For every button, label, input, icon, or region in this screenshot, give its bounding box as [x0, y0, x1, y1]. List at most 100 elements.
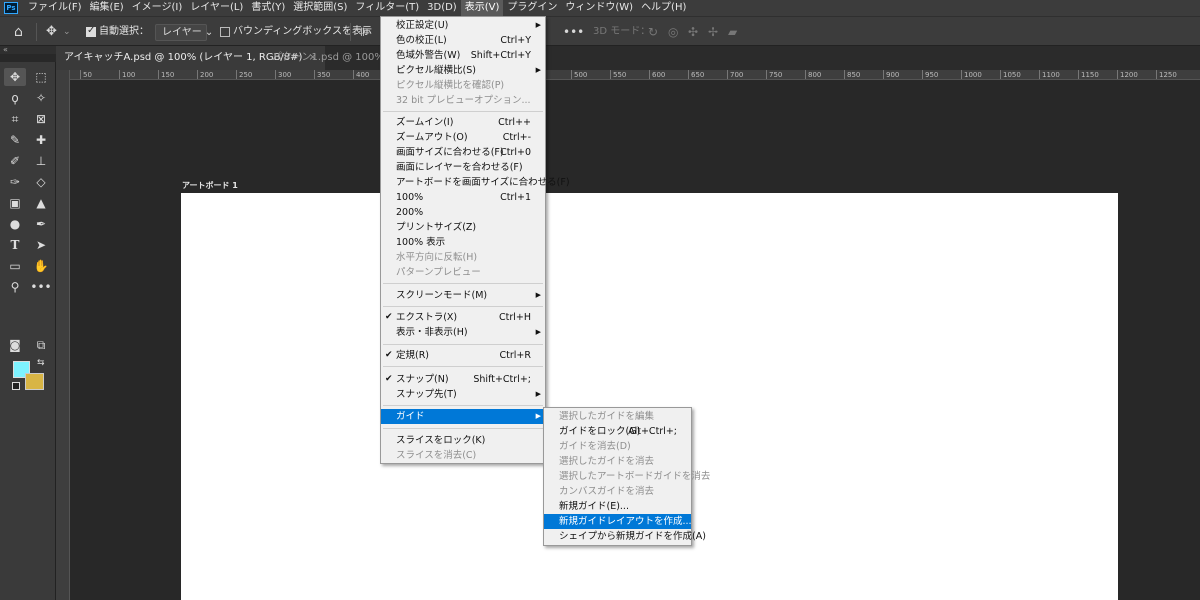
- ruler-tick: 850: [844, 70, 860, 79]
- frame-tool-icon[interactable]: ⊠: [30, 110, 52, 128]
- menu-item-actual-size[interactable]: 100% 表示: [381, 235, 545, 250]
- pen-icon[interactable]: ✒: [30, 215, 52, 233]
- 3d-slide-icon[interactable]: ✢: [708, 17, 718, 47]
- crop-tool-icon[interactable]: ⌗: [4, 110, 26, 128]
- menu-item-guides[interactable]: ガイド ▶: [381, 409, 545, 424]
- 3d-orbit-icon[interactable]: ↻: [648, 17, 658, 47]
- menu-item-rulers[interactable]: ✔ 定規(R) Ctrl+R: [381, 348, 545, 363]
- move-tool-preset-icon[interactable]: ✥: [46, 17, 57, 47]
- submenu-item-guides-from-shape[interactable]: シェイプから新規ガイドを作成(A): [544, 529, 706, 544]
- checkmark-icon: ✔: [385, 312, 393, 322]
- menu-separator: [383, 283, 543, 284]
- lasso-tool-icon[interactable]: ϙ: [4, 89, 26, 107]
- submenu-item-new-guide[interactable]: 新規ガイド(E)...: [544, 499, 691, 514]
- menu-layer[interactable]: レイヤー(L): [186, 0, 247, 16]
- 3d-pan-icon[interactable]: ✣: [688, 17, 698, 47]
- menu-window[interactable]: ウィンドウ(W): [561, 0, 637, 16]
- menu-item-lock-slices[interactable]: スライスをロック(K): [381, 433, 545, 448]
- move-tool-icon[interactable]: ✥: [4, 68, 26, 86]
- quick-mask-icon[interactable]: ◙: [4, 336, 26, 354]
- bounding-box-label: バウンディングボックスを表示: [233, 26, 372, 37]
- auto-select-dropdown[interactable]: レイヤー ⌄: [155, 24, 213, 41]
- menu-3d[interactable]: 3D(D): [423, 0, 461, 16]
- 3d-camera-icon[interactable]: ▰: [728, 17, 737, 47]
- screen-mode-icon[interactable]: ⧉: [30, 336, 52, 354]
- menu-item-print-size[interactable]: プリントサイズ(Z): [381, 220, 545, 235]
- gradient-icon[interactable]: ▣: [4, 194, 26, 212]
- auto-select-checkbox[interactable]: [86, 25, 96, 37]
- menu-item-zoom-out[interactable]: ズームアウト(O) Ctrl+-: [381, 130, 545, 145]
- submenu-item-new-guide-layout[interactable]: 新規ガイドレイアウトを作成...: [544, 514, 692, 529]
- marquee-tool-icon[interactable]: ⬚: [30, 68, 52, 86]
- submenu-arrow-icon: ▶: [535, 66, 541, 74]
- submenu-arrow-icon: ▶: [535, 291, 541, 299]
- home-icon[interactable]: ⌂: [14, 17, 23, 47]
- ruler-tick: 250: [236, 70, 252, 79]
- menu-item-proof-setup[interactable]: 校正設定(U) ▶: [381, 18, 545, 33]
- menu-separator: [383, 366, 543, 367]
- menu-file[interactable]: ファイル(F): [24, 0, 86, 16]
- menu-filter[interactable]: フィルター(T): [351, 0, 423, 16]
- menu-bar: Ps ファイル(F) 編集(E) イメージ(I) レイヤー(L) 書式(Y) 選…: [0, 0, 1200, 16]
- more-tools-icon[interactable]: •••: [30, 278, 52, 296]
- history-brush-icon[interactable]: ✑: [4, 173, 26, 191]
- submenu-arrow-icon: ▶: [535, 21, 541, 29]
- menu-edit[interactable]: 編集(E): [86, 0, 128, 16]
- stamp-icon[interactable]: ⊥: [30, 152, 52, 170]
- divider: [350, 23, 351, 41]
- more-options-icon[interactable]: •••: [563, 17, 584, 47]
- menu-select[interactable]: 選択範囲(S): [289, 0, 351, 16]
- ruler-tick: 1100: [1039, 70, 1060, 79]
- swap-colors-icon[interactable]: ⇆: [37, 358, 45, 368]
- menu-item-extras[interactable]: ✔ エクストラ(X) Ctrl+H: [381, 310, 545, 325]
- menu-item-proof-colors[interactable]: 色の校正(L) Ctrl+Y: [381, 33, 545, 48]
- menu-view[interactable]: 表示(V): [460, 0, 504, 16]
- ruler-tick: 700: [727, 70, 743, 79]
- menu-item-pixel-aspect-ratio[interactable]: ピクセル縦横比(S) ▶: [381, 63, 545, 78]
- 3d-roll-icon[interactable]: ◎: [668, 17, 678, 47]
- hand-icon[interactable]: ✋: [30, 257, 52, 275]
- brush-icon[interactable]: ✐: [4, 152, 26, 170]
- submenu-item-lock-guides[interactable]: ガイドをロック(G) Alt+Ctrl+;: [544, 424, 691, 439]
- menu-plugins[interactable]: プラグイン: [503, 0, 561, 16]
- magic-wand-icon[interactable]: ✧: [30, 89, 52, 107]
- menu-image[interactable]: イメージ(I): [128, 0, 187, 16]
- vertical-ruler[interactable]: [56, 70, 70, 600]
- submenu-arrow-icon: ▶: [535, 390, 541, 398]
- zoom-icon[interactable]: ⚲: [4, 278, 26, 296]
- dodge-icon[interactable]: ●: [4, 215, 26, 233]
- artboard-label[interactable]: アートボード 1: [182, 180, 238, 191]
- eraser-icon[interactable]: ◇: [30, 173, 52, 191]
- bounding-box-checkbox[interactable]: [220, 27, 230, 37]
- background-color-swatch[interactable]: [25, 373, 44, 390]
- menu-item-200-percent[interactable]: 200%: [381, 205, 545, 220]
- menu-item-fit-layer[interactable]: 画面にレイヤーを合わせる(F): [381, 160, 545, 175]
- menu-item-gamut-warning[interactable]: 色域外警告(W) Shift+Ctrl+Y: [381, 48, 545, 63]
- ruler-tick: 600: [649, 70, 665, 79]
- menu-separator: [383, 344, 543, 345]
- menu-item-snap[interactable]: ✔ スナップ(N) Shift+Ctrl+;: [381, 372, 545, 387]
- menu-item-screen-mode[interactable]: スクリーンモード(M) ▶: [381, 288, 545, 303]
- menu-type[interactable]: 書式(Y): [247, 0, 289, 16]
- ruler-tick: 1050: [1000, 70, 1021, 79]
- ruler-tick: 500: [571, 70, 587, 79]
- rectangle-tool-icon[interactable]: ▭: [4, 257, 26, 275]
- horizontal-ruler[interactable]: 50 100 150 200 250 300 350 400 450 500 5…: [70, 70, 1200, 80]
- path-select-icon[interactable]: ➤: [30, 236, 52, 254]
- healing-brush-icon[interactable]: ✚: [30, 131, 52, 149]
- type-tool-icon[interactable]: T: [4, 236, 26, 254]
- menu-item-fit-artboard[interactable]: アートボードを画面サイズに合わせる(F): [381, 175, 570, 190]
- menu-help[interactable]: ヘルプ(H): [637, 0, 690, 16]
- eyedropper-icon[interactable]: ✎: [4, 131, 26, 149]
- menu-item-snap-to[interactable]: スナップ先(T) ▶: [381, 387, 545, 402]
- align-left-icon[interactable]: ⊫: [360, 17, 370, 47]
- blur-icon[interactable]: ▲: [30, 194, 52, 212]
- menu-item-fit-on-screen[interactable]: 画面サイズに合わせる(F) Ctrl+0: [381, 145, 545, 160]
- chevron-down-icon[interactable]: ⌄: [63, 17, 71, 47]
- menu-item-100-percent[interactable]: 100% Ctrl+1: [381, 190, 545, 205]
- menu-item-show[interactable]: 表示・非表示(H) ▶: [381, 325, 545, 340]
- menu-item-zoom-in[interactable]: ズームイン(I) Ctrl++: [381, 115, 545, 130]
- panel-collapse-icon[interactable]: «: [0, 46, 56, 54]
- default-colors-icon[interactable]: [12, 382, 20, 390]
- ruler-tick: 50: [80, 70, 92, 79]
